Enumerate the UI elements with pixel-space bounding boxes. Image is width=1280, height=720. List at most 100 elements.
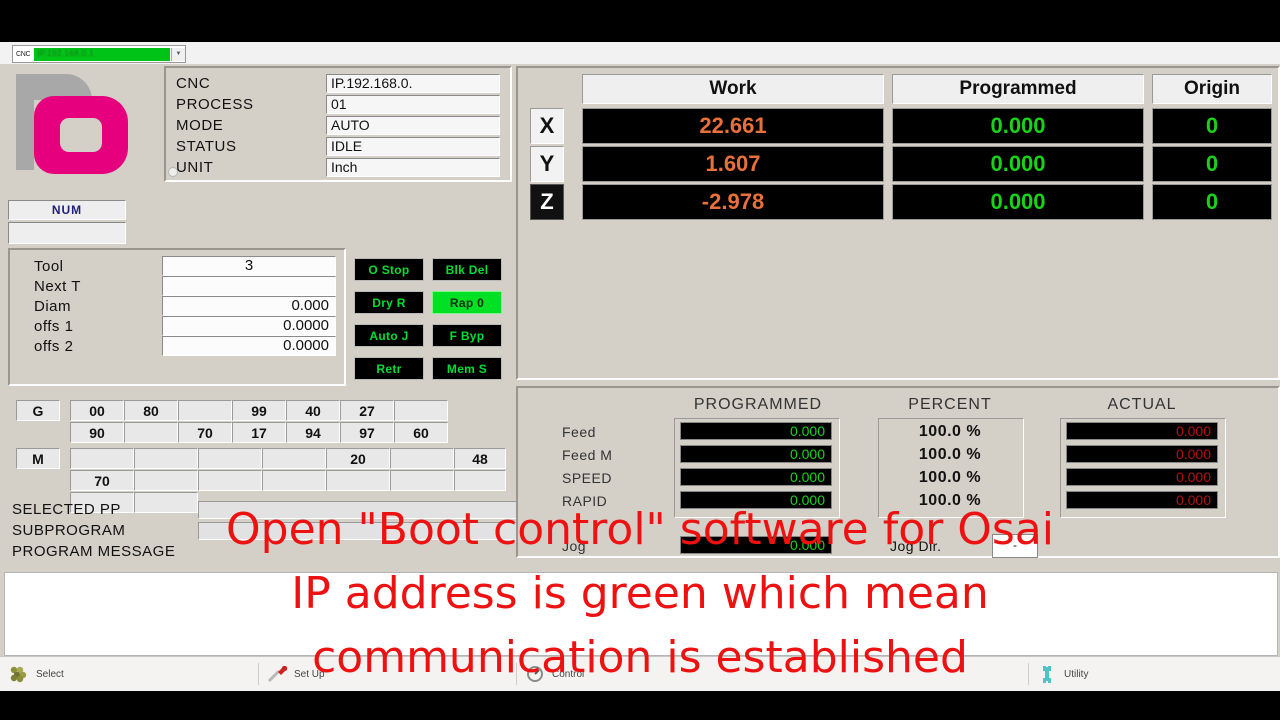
gm-g-r1-c6: 27: [340, 400, 394, 421]
cnc-info-label-process: PROCESS: [176, 95, 254, 113]
feed-label-feed-m: Feed M: [562, 447, 613, 463]
feed-header-actual: ACTUAL: [1107, 396, 1177, 413]
gm-m-r2-c7: [454, 470, 506, 491]
cnc-info-row-status: STATUS IDLE: [176, 136, 500, 156]
screenshot-root: CNC IP.192.168.0.1 ▼ NUM CNC IP.192.168.…: [0, 0, 1280, 720]
gm-g-r2-c1: 90: [70, 422, 124, 443]
statusbar-item-select[interactable]: Select: [8, 657, 64, 691]
statusbar-label-control: Control: [552, 668, 585, 680]
gm-g-r1-c2: 80: [124, 400, 178, 421]
position-origin-y: 0: [1152, 146, 1272, 182]
cnc-info-row-unit: UNIT Inch: [176, 157, 500, 177]
left-column: NUM CNC IP.192.168.0. PROCESS 01 MODE AU…: [4, 66, 518, 560]
cnc-info-value-process[interactable]: 01: [326, 94, 500, 114]
gauge-icon: [527, 666, 543, 682]
tool-row-next-t: Next T: [34, 276, 336, 296]
position-header-work: Work: [582, 74, 884, 104]
position-display-panel: Work Programmed Origin X Y Z 22.661 0.00…: [516, 66, 1280, 380]
cnc-application-window: CNC IP.192.168.0.1 ▼ NUM CNC IP.192.168.…: [0, 42, 1280, 691]
cnc-info-value-unit[interactable]: Inch: [326, 157, 500, 177]
status-button-auto-j[interactable]: Auto J: [354, 324, 424, 347]
gm-m-r2-c6: [390, 470, 454, 491]
gm-m-r1-c3: [198, 448, 262, 469]
tool-row-tool: Tool 3: [34, 256, 336, 276]
status-button-panel: O Stop Blk Del Dry R Rap 0 Auto J F Byp …: [352, 256, 512, 390]
cnc-combo-value-text: IP.192.168.0.1: [37, 48, 94, 58]
cnc-info-value-mode[interactable]: AUTO: [326, 115, 500, 135]
statusbar-item-control[interactable]: Control: [524, 657, 584, 691]
position-programmed-x: 0.000: [892, 108, 1144, 144]
statusbar-separator-1: [258, 663, 259, 685]
cnc-combo-value-field[interactable]: IP.192.168.0.1: [34, 47, 170, 61]
logo-blank-field: [8, 222, 126, 244]
position-programmed-y: 0.000: [892, 146, 1144, 182]
gm-g-r2-c3: 70: [178, 422, 232, 443]
status-button-dry-r[interactable]: Dry R: [354, 291, 424, 314]
feed-actual-rapid: 0.000: [1066, 491, 1218, 509]
status-button-blk-del[interactable]: Blk Del: [432, 258, 502, 281]
cnc-selector-combobox[interactable]: CNC IP.192.168.0.1 ▼: [12, 45, 186, 63]
feed-percent-feed-m: 100.0 %: [918, 446, 982, 463]
cnc-info-value-cnc[interactable]: IP.192.168.0.: [326, 73, 500, 93]
cnc-info-label-status: STATUS: [176, 137, 237, 155]
feed-percent-rapid: 100.0 %: [918, 492, 982, 509]
jog-direction-select[interactable]: -: [992, 534, 1038, 558]
gm-m-r2-c1: 70: [70, 470, 134, 491]
status-button-rap-0[interactable]: Rap 0: [432, 291, 502, 314]
feed-label-speed: SPEED: [562, 470, 612, 486]
statusbar-item-utility[interactable]: Utility: [1036, 657, 1088, 691]
feed-percent-speed: 100.0 %: [918, 469, 982, 486]
statusbar-item-setup[interactable]: Set Up: [266, 657, 325, 691]
tool-label-next-t: Next T: [34, 277, 81, 295]
statusbar-separator-2: [516, 663, 517, 685]
selected-pp-row: SELECTED PP: [12, 500, 518, 519]
chevron-down-icon[interactable]: ▼: [171, 47, 185, 61]
gm-g-r1-c7: [394, 400, 448, 421]
tool-value-offs1[interactable]: 0.0000: [162, 316, 336, 336]
feed-speed-panel: PROGRAMMED PERCENT ACTUAL Feed 0.000 100…: [516, 386, 1280, 558]
position-work-x: 22.661: [582, 108, 884, 144]
tool-row-offs2: offs 2 0.0000: [34, 336, 336, 356]
gm-m-r2-c4: [262, 470, 326, 491]
cnc-info-panel: CNC IP.192.168.0. PROCESS 01 MODE AUTO S…: [164, 66, 512, 182]
feed-actual-feed-m: 0.000: [1066, 445, 1218, 463]
subprogram-value[interactable]: [198, 521, 518, 540]
feed-header-percent: PERCENT: [908, 396, 992, 413]
gm-m-r1-c7: 48: [454, 448, 506, 469]
tool-value-tool[interactable]: 3: [162, 256, 336, 276]
status-button-retr[interactable]: Retr: [354, 357, 424, 380]
gm-g-r2-c2: [124, 422, 178, 443]
selected-pp-value[interactable]: [198, 500, 518, 519]
cnc-info-label-unit: UNIT: [176, 158, 214, 176]
status-button-mem-s[interactable]: Mem S: [432, 357, 502, 380]
gm-code-table: G M 00 80 99 40 27 90 70 17 94 97 60 20 …: [8, 396, 512, 513]
gm-m-r1-c1: [70, 448, 134, 469]
cnc-info-row-mode: MODE AUTO: [176, 115, 500, 135]
gm-m-r2-c5: [326, 470, 390, 491]
cnc-info-row-process: PROCESS 01: [176, 94, 500, 114]
num-logo: [8, 68, 132, 198]
cnc-info-value-status[interactable]: IDLE: [326, 136, 500, 156]
position-header-programmed: Programmed: [892, 74, 1144, 104]
brand-label: NUM: [8, 200, 126, 220]
screwdriver-icon: [267, 665, 288, 683]
gm-g-r1-c5: 40: [286, 400, 340, 421]
program-message-label: PROGRAM MESSAGE: [12, 543, 176, 560]
status-button-f-byp[interactable]: F Byp: [432, 324, 502, 347]
tool-value-next-t[interactable]: [162, 276, 336, 296]
statusbar-label-setup: Set Up: [294, 668, 325, 680]
tool-value-diam[interactable]: 0.000: [162, 296, 336, 316]
gm-m-r1-c5: 20: [326, 448, 390, 469]
tool-value-offs2[interactable]: 0.0000: [162, 336, 336, 356]
gm-g-r2-c4: 17: [232, 422, 286, 443]
feed-programmed-speed: 0.000: [680, 468, 832, 486]
gm-key-g: G: [16, 400, 60, 421]
status-button-o-stop[interactable]: O Stop: [354, 258, 424, 281]
feed-programmed-feed: 0.000: [680, 422, 832, 440]
gm-g-r1-c4: 99: [232, 400, 286, 421]
position-origin-x: 0: [1152, 108, 1272, 144]
cnc-info-label-cnc: CNC: [176, 74, 211, 92]
gm-g-r1-c3: [178, 400, 232, 421]
tool-label-offs2: offs 2: [34, 337, 74, 355]
cnc-info-label-mode: MODE: [176, 116, 224, 134]
